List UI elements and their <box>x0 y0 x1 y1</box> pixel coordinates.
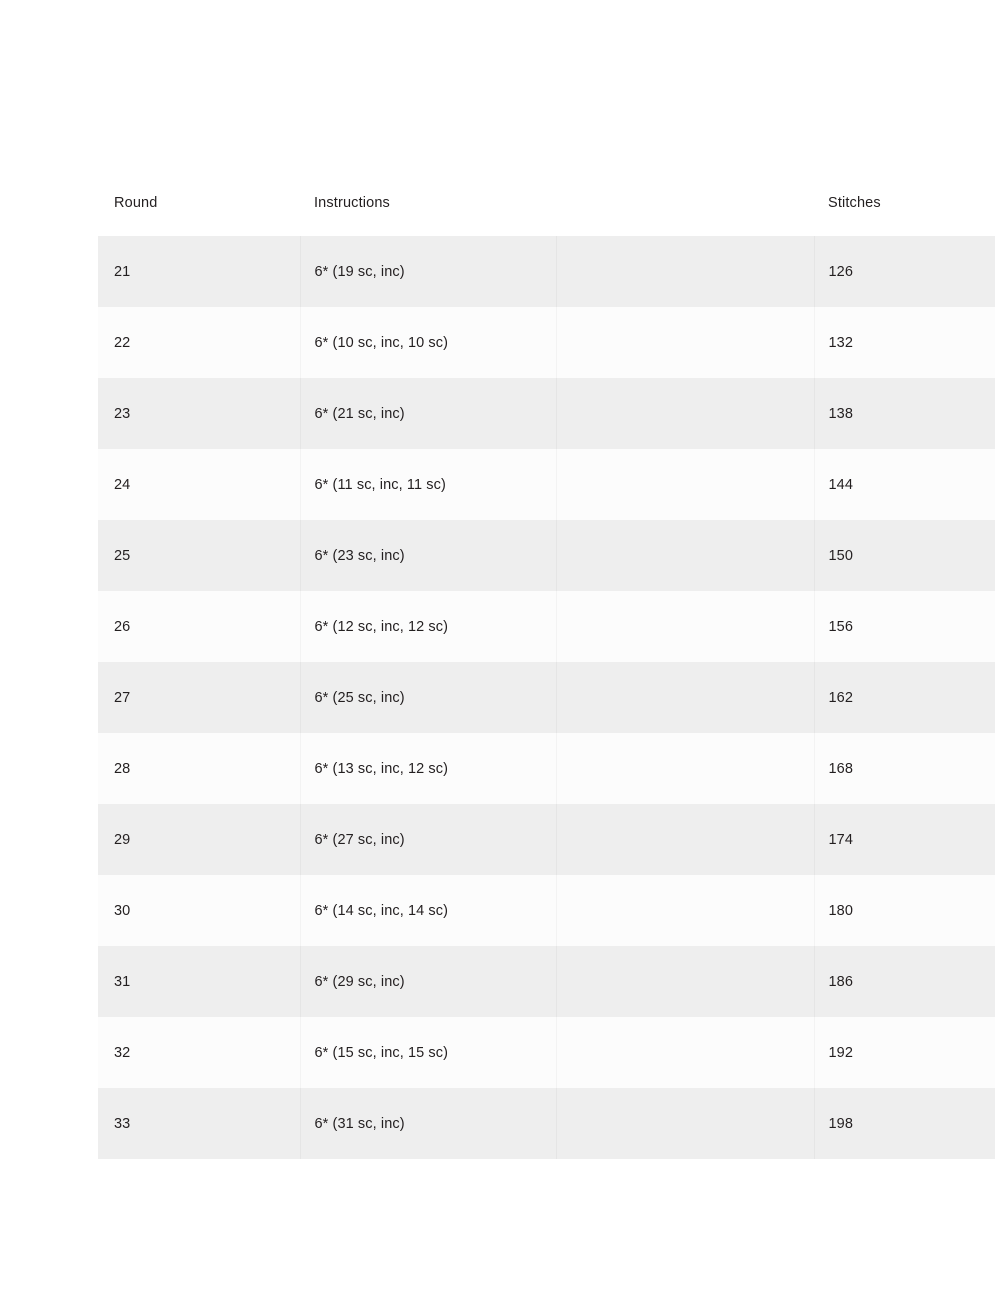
column-header-spacer <box>556 170 814 236</box>
cell-spacer <box>556 520 814 591</box>
cell-round: 29 <box>98 804 300 875</box>
cell-stitches: 186 <box>814 946 995 1017</box>
table-row: 21 6* (19 sc, inc) 126 <box>98 236 995 307</box>
cell-instructions: 6* (19 sc, inc) <box>300 236 556 307</box>
cell-instructions: 6* (25 sc, inc) <box>300 662 556 733</box>
cell-instructions: 6* (23 sc, inc) <box>300 520 556 591</box>
cell-instructions: 6* (13 sc, inc, 12 sc) <box>300 733 556 804</box>
cell-round: 31 <box>98 946 300 1017</box>
table-body: 21 6* (19 sc, inc) 126 22 6* (10 sc, inc, 10… <box>98 236 995 1159</box>
cell-round: 33 <box>98 1088 300 1159</box>
cell-stitches: 132 <box>814 307 995 378</box>
cell-instructions: 6* (10 sc, inc, 10 sc) <box>300 307 556 378</box>
table-row: 25 6* (23 sc, inc) 150 <box>98 520 995 591</box>
cell-stitches: 174 <box>814 804 995 875</box>
cell-instructions: 6* (15 sc, inc, 15 sc) <box>300 1017 556 1088</box>
cell-stitches: 180 <box>814 875 995 946</box>
table-row: 23 6* (21 sc, inc) 138 <box>98 378 995 449</box>
table-row: 32 6* (15 sc, inc, 15 sc) 192 <box>98 1017 995 1088</box>
cell-stitches: 162 <box>814 662 995 733</box>
cell-spacer <box>556 662 814 733</box>
table-row: 29 6* (27 sc, inc) 174 <box>98 804 995 875</box>
cell-round: 22 <box>98 307 300 378</box>
cell-round: 28 <box>98 733 300 804</box>
cell-spacer <box>556 946 814 1017</box>
table-row: 31 6* (29 sc, inc) 186 <box>98 946 995 1017</box>
cell-spacer <box>556 1017 814 1088</box>
column-header-stitches: Stitches <box>814 170 995 236</box>
cell-spacer <box>556 804 814 875</box>
crochet-pattern-table: Round Instructions Stitches 21 6* (19 sc,… <box>98 170 995 1159</box>
cell-instructions: 6* (31 sc, inc) <box>300 1088 556 1159</box>
cell-round: 23 <box>98 378 300 449</box>
cell-stitches: 144 <box>814 449 995 520</box>
cell-round: 27 <box>98 662 300 733</box>
table-header: Round Instructions Stitches <box>98 170 995 236</box>
cell-instructions: 6* (29 sc, inc) <box>300 946 556 1017</box>
cell-instructions: 6* (14 sc, inc, 14 sc) <box>300 875 556 946</box>
table-row: 30 6* (14 sc, inc, 14 sc) 180 <box>98 875 995 946</box>
cell-stitches: 168 <box>814 733 995 804</box>
cell-round: 21 <box>98 236 300 307</box>
cell-spacer <box>556 1088 814 1159</box>
cell-instructions: 6* (21 sc, inc) <box>300 378 556 449</box>
cell-round: 26 <box>98 591 300 662</box>
cell-round: 24 <box>98 449 300 520</box>
cell-spacer <box>556 875 814 946</box>
cell-stitches: 126 <box>814 236 995 307</box>
cell-instructions: 6* (11 sc, inc, 11 sc) <box>300 449 556 520</box>
column-header-instructions: Instructions <box>300 170 556 236</box>
cell-stitches: 198 <box>814 1088 995 1159</box>
cell-round: 30 <box>98 875 300 946</box>
cell-stitches: 156 <box>814 591 995 662</box>
table-header-row: Round Instructions Stitches <box>98 170 995 236</box>
cell-stitches: 150 <box>814 520 995 591</box>
cell-instructions: 6* (12 sc, inc, 12 sc) <box>300 591 556 662</box>
cell-instructions: 6* (27 sc, inc) <box>300 804 556 875</box>
table-row: 24 6* (11 sc, inc, 11 sc) 144 <box>98 449 995 520</box>
cell-spacer <box>556 307 814 378</box>
cell-spacer <box>556 733 814 804</box>
cell-spacer <box>556 591 814 662</box>
document-page: Round Instructions Stitches 21 6* (19 sc,… <box>0 0 1000 1294</box>
table-row: 27 6* (25 sc, inc) 162 <box>98 662 995 733</box>
table-row: 22 6* (10 sc, inc, 10 sc) 132 <box>98 307 995 378</box>
cell-round: 32 <box>98 1017 300 1088</box>
cell-round: 25 <box>98 520 300 591</box>
table-row: 26 6* (12 sc, inc, 12 sc) 156 <box>98 591 995 662</box>
cell-stitches: 138 <box>814 378 995 449</box>
cell-spacer <box>556 236 814 307</box>
table-row: 33 6* (31 sc, inc) 198 <box>98 1088 995 1159</box>
cell-stitches: 192 <box>814 1017 995 1088</box>
table-row: 28 6* (13 sc, inc, 12 sc) 168 <box>98 733 995 804</box>
cell-spacer <box>556 449 814 520</box>
column-header-round: Round <box>98 170 300 236</box>
cell-spacer <box>556 378 814 449</box>
